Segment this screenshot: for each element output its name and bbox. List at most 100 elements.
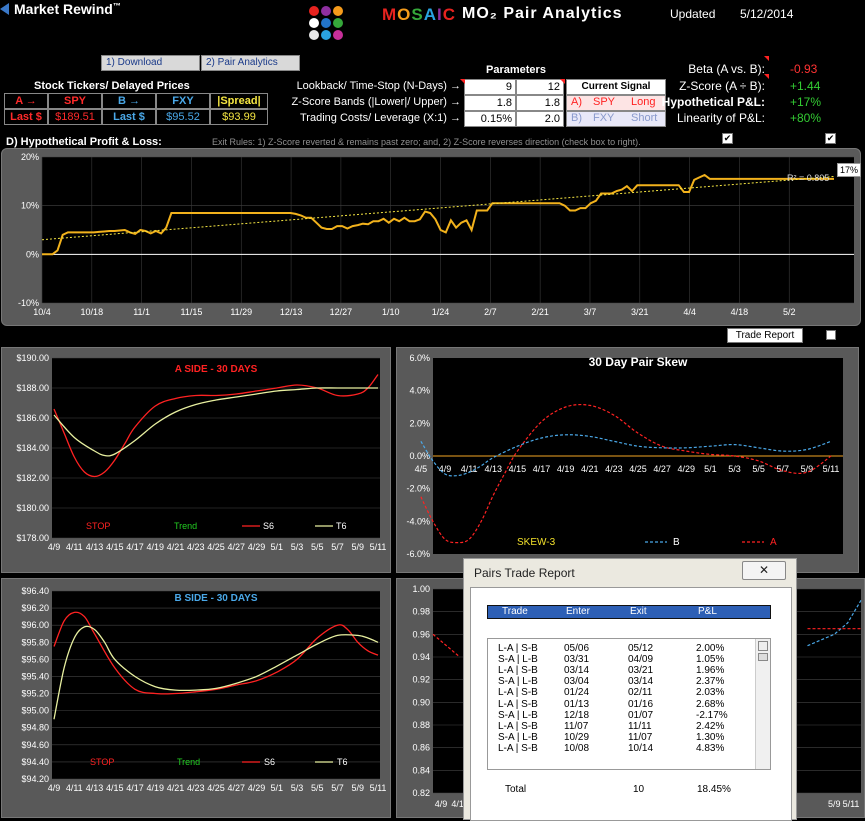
- trade-report-header-row: Trade Enter Exit P&L: [487, 605, 771, 619]
- y-tick-label: $96.20: [21, 603, 49, 613]
- trade-row[interactable]: S-A | L-B 12/18 01/07 -2.17%: [488, 710, 788, 721]
- trade-report-button[interactable]: Trade Report: [727, 328, 803, 343]
- x-tick-label: 4/15: [509, 464, 527, 474]
- param-label-zscore: Z-Score Bands (|Lower|/ Upper) →: [291, 96, 461, 108]
- x-tick-label: 4/25: [629, 464, 647, 474]
- col-exit-header: Exit: [630, 606, 647, 617]
- x-tick-label: 3/7: [584, 307, 597, 317]
- x-tick-label: 4/15: [106, 783, 124, 793]
- y-tick-label: 0%: [26, 249, 39, 259]
- app-subtitle: MO₂ Pair Analytics: [462, 5, 623, 22]
- lookback-input[interactable]: 9: [464, 79, 516, 95]
- x-tick-label: 12/27: [330, 307, 353, 317]
- col-trade-header: Trade: [502, 606, 528, 617]
- trade-cell-enter: 11/07: [564, 720, 589, 732]
- x-tick-label: 4/19: [146, 783, 164, 793]
- exit-rule-checkbox-1[interactable]: ✔: [722, 133, 733, 144]
- x-tick-label: 5/2: [783, 307, 796, 317]
- trade-row[interactable]: L-A | S-B 03/14 03/21 1.96%: [488, 665, 788, 676]
- zscore-lower-input[interactable]: 1.8: [464, 95, 516, 111]
- list-scrollbar[interactable]: [755, 639, 770, 769]
- x-tick-label: 1/24: [432, 307, 450, 317]
- tab-download[interactable]: 1) Download: [101, 55, 200, 71]
- trade-cell-type: L-A | S-B: [498, 742, 538, 754]
- stat-zscore-label: Z-Score (A ÷ B):: [679, 79, 765, 93]
- y-tick-label: -4.0%: [406, 516, 430, 526]
- pnl-chart-panel: 20% 10% 0% -10% 10/4 10/18 11/1 11/15 11/29 12/13…: [1, 148, 862, 326]
- trading-costs-input[interactable]: 0.15%: [464, 111, 516, 127]
- x-tick-label: 4/23: [187, 542, 205, 552]
- leverage-input[interactable]: 2.0: [516, 111, 564, 127]
- legend-stop: STOP: [90, 757, 114, 767]
- col-pnl-header: P&L: [698, 606, 717, 617]
- ticker-b-symbol[interactable]: FXY: [156, 93, 210, 109]
- trade-cell-pnl: 2.00%: [696, 643, 725, 654]
- trade-cell-enter: 10/29: [564, 731, 590, 743]
- exit-rule-checkbox-2[interactable]: ✔: [825, 133, 836, 144]
- trade-cell-type: S-A | L-B: [498, 654, 538, 666]
- scroll-thumb[interactable]: [758, 653, 768, 661]
- x-tick-label: 5/3: [291, 783, 304, 793]
- x-tick-label: 5/7: [331, 783, 344, 793]
- trade-cell-pnl: -2.17%: [696, 709, 728, 721]
- y-tick-label: $180.00: [16, 503, 49, 513]
- time-stop-input[interactable]: 12: [516, 79, 564, 95]
- trade-row[interactable]: L-A | S-B 01/13 01/16 2.68%: [488, 699, 788, 710]
- trade-cell-type: S-A | L-B: [498, 731, 538, 743]
- x-tick-label: 2/7: [484, 307, 497, 317]
- trade-cell-pnl: 1.05%: [696, 654, 725, 666]
- trade-row[interactable]: S-A | L-B 03/31 04/09 1.05%: [488, 654, 788, 665]
- x-tick-label: 4/21: [167, 542, 185, 552]
- trade-row[interactable]: L-A | S-B 10/08 10/14 4.83%: [488, 743, 788, 754]
- x-tick-label: 5/11: [843, 799, 860, 809]
- trade-cell-enter: 01/24: [564, 687, 590, 699]
- ticker-a-symbol[interactable]: SPY: [48, 93, 102, 109]
- y-tick-label: 0.96: [412, 629, 430, 639]
- trade-cell-enter: 12/18: [564, 709, 590, 721]
- trade-cell-exit: 11/11: [628, 720, 652, 732]
- x-tick-label: 4/18: [731, 307, 749, 317]
- legend-t6: T6: [336, 521, 347, 531]
- legend-skew3: SKEW-3: [517, 537, 556, 548]
- back-arrow-icon[interactable]: [0, 3, 9, 15]
- window-close-button[interactable]: ✕: [742, 561, 786, 580]
- scroll-up-arrow-icon[interactable]: [758, 641, 768, 651]
- brand-title: Market Rewind™: [14, 1, 121, 17]
- zscore-upper-input[interactable]: 1.8: [516, 95, 564, 111]
- trade-cell-exit: 01/07: [628, 709, 654, 721]
- trade-row[interactable]: S-A | L-B 10/29 11/07 1.30%: [488, 732, 788, 743]
- spread-value: $93.99: [210, 109, 268, 125]
- trade-cell-pnl: 2.68%: [696, 698, 725, 710]
- trade-row[interactable]: L-A | S-B 05/06 05/12 2.00%: [488, 643, 788, 654]
- trade-row[interactable]: L-A | S-B 11/07 11/11 2.42%: [488, 721, 788, 732]
- y-tick-label: $186.00: [16, 413, 49, 423]
- logo-letter: A: [423, 5, 438, 24]
- logo-dot: [333, 18, 343, 28]
- x-tick-label: 4/5: [415, 464, 428, 474]
- logo-letter: S: [411, 5, 424, 24]
- x-tick-label: 5/1: [270, 542, 283, 552]
- x-tick-label: 4/29: [248, 783, 266, 793]
- x-tick-label: 5/11: [370, 542, 387, 552]
- y-tick-label: $94.60: [21, 740, 49, 750]
- trade-report-checkbox[interactable]: [826, 330, 836, 340]
- mosaic-logo-dots: [309, 6, 343, 40]
- trade-cell-pnl: 4.83%: [696, 742, 725, 754]
- tab-pair-analytics[interactable]: 2) Pair Analytics: [201, 55, 300, 71]
- pnl-chart: 20%10%0%-10%10/4 10/18 11/1 11/15 11/29 12/13…: [18, 152, 854, 317]
- x-tick-label: 1/10: [382, 307, 400, 317]
- trade-cell-enter: 05/06: [564, 643, 590, 654]
- x-tick-label: 4/17: [126, 783, 144, 793]
- trade-list[interactable]: L-A | S-B 05/06 05/12 2.00% S-A | L-B 03/31 04…: [487, 638, 771, 770]
- x-tick-label: 4/29: [248, 542, 266, 552]
- y-tick-label: $95.60: [21, 654, 49, 664]
- trade-row[interactable]: S-A | L-B 03/04 03/14 2.37%: [488, 676, 788, 687]
- y-tick-label: $96.00: [21, 620, 49, 630]
- x-tick-label: 4/19: [557, 464, 575, 474]
- x-tick-label: 4/4: [683, 307, 696, 317]
- trade-row[interactable]: L-A | S-B 01/24 02/11 2.03%: [488, 687, 788, 698]
- y-tick-label: 6.0%: [409, 353, 430, 363]
- x-tick-label: 4/23: [605, 464, 623, 474]
- y-tick-label: -6.0%: [406, 549, 430, 559]
- x-tick-label: 4/13: [484, 464, 502, 474]
